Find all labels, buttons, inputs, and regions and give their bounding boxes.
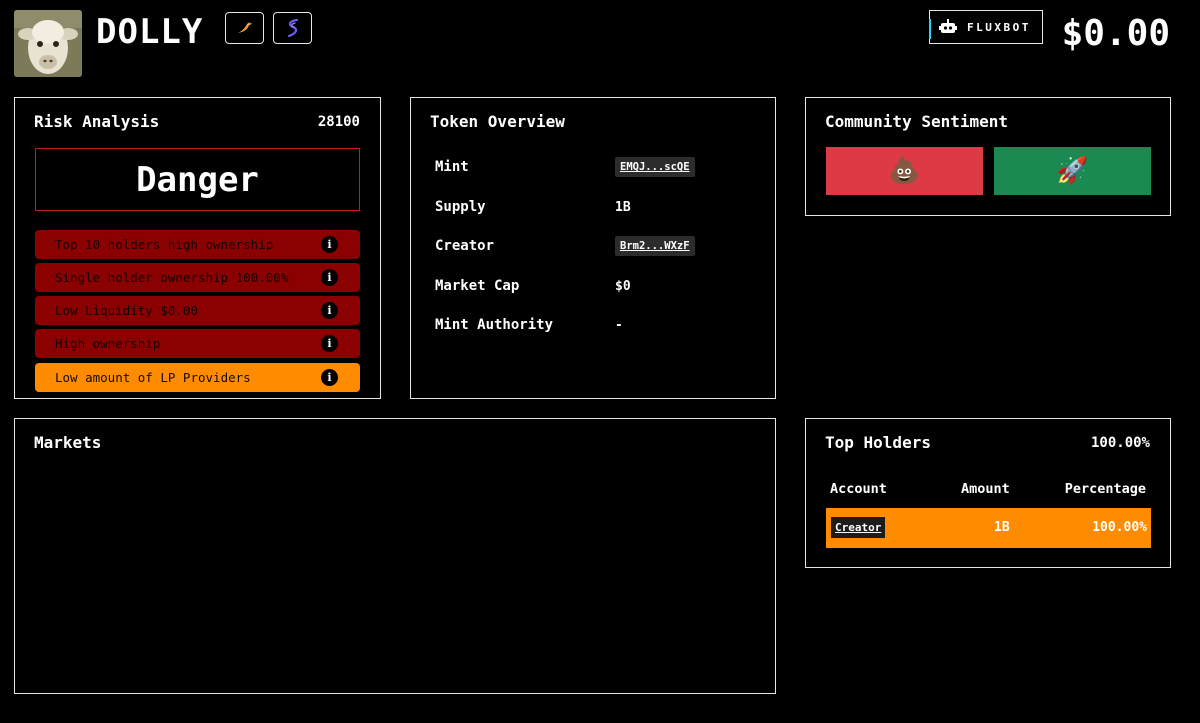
overview-row-creator: Creator Brm2...WXzF — [435, 234, 755, 258]
markets-panel: Markets — [14, 418, 776, 694]
top-holders-panel: Top Holders 100.00% Account Amount Perce… — [805, 418, 1171, 568]
token-overview-panel: Token Overview Mint EMQJ...scQE Supply 1… — [410, 97, 776, 399]
risk-level-box: Danger — [35, 148, 360, 211]
overview-label: Mint — [435, 159, 469, 175]
overview-label: Supply — [435, 199, 486, 215]
token-overview-title: Token Overview — [430, 112, 565, 131]
risk-item[interactable]: High ownership i — [35, 329, 360, 358]
info-icon[interactable]: i — [321, 369, 338, 386]
fluxbot-button[interactable]: FLUXBOT — [929, 10, 1043, 44]
creator-address-link[interactable]: Brm2...WXzF — [615, 236, 695, 256]
risk-item-label: Low amount of LP Providers — [55, 370, 251, 385]
overview-value: - — [615, 317, 623, 333]
holder-percentage: 100.00% — [1092, 520, 1147, 535]
header: DOLLY FLUXBOT $0.00 — [0, 0, 1200, 90]
overview-value: $0 — [615, 278, 631, 294]
fluxbot-label: FLUXBOT — [967, 20, 1031, 34]
community-sentiment-title: Community Sentiment — [825, 112, 1009, 131]
info-icon[interactable]: i — [321, 236, 338, 253]
info-icon[interactable]: i — [321, 302, 338, 319]
overview-label: Mint Authority — [435, 317, 554, 333]
bird-icon — [237, 22, 252, 33]
info-icon[interactable]: i — [321, 269, 338, 286]
holder-account-link[interactable]: Creator — [831, 517, 886, 538]
risk-item-label: Low Liquidity $0.00 — [55, 303, 198, 318]
risk-item[interactable]: Single holder ownership 100.00% i — [35, 263, 360, 292]
twitter-link-button[interactable] — [225, 12, 264, 44]
solana-icon — [287, 18, 298, 38]
community-sentiment-panel: Community Sentiment 💩 🚀 — [805, 97, 1171, 216]
risk-item-label: Top 10 holders high ownership — [55, 237, 274, 252]
overview-label: Creator — [435, 238, 495, 254]
overview-value: 1B — [615, 199, 631, 215]
bearish-vote-button[interactable]: 💩 — [826, 147, 983, 195]
table-row: Creator 1B 100.00% — [826, 508, 1151, 548]
overview-row-mint: Mint EMQJ...scQE — [435, 155, 755, 179]
holders-table-header: Account Amount Percentage — [830, 481, 1146, 501]
info-icon[interactable]: i — [321, 335, 338, 352]
rocket-icon: 🚀 — [1056, 156, 1089, 186]
token-avatar — [14, 10, 82, 77]
top-holders-title: Top Holders — [825, 433, 931, 452]
overview-label: Market Cap — [435, 278, 520, 294]
bullish-vote-button[interactable]: 🚀 — [994, 147, 1151, 195]
overview-row-supply: Supply 1B — [435, 195, 755, 219]
risk-analysis-panel: Risk Analysis 28100 Danger Top 10 holder… — [14, 97, 381, 399]
risk-item[interactable]: Low Liquidity $0.00 i — [35, 296, 360, 325]
top-holders-total: 100.00% — [1090, 435, 1150, 451]
mint-address-link[interactable]: EMQJ...scQE — [615, 157, 695, 177]
robot-icon — [939, 19, 957, 33]
column-header-account: Account — [830, 481, 887, 497]
token-price: $0.00 — [1061, 13, 1170, 54]
holder-amount: 1B — [994, 520, 1010, 535]
solana-link-button[interactable] — [273, 12, 312, 44]
overview-row-market-cap: Market Cap $0 — [435, 274, 755, 298]
overview-row-mint-authority: Mint Authority - — [435, 313, 755, 337]
poop-icon: 💩 — [888, 156, 921, 186]
risk-item[interactable]: Top 10 holders high ownership i — [35, 230, 360, 259]
column-header-amount: Amount — [961, 481, 1010, 497]
risk-score: 28100 — [317, 114, 360, 130]
risk-item-label: Single holder ownership 100.00% — [55, 270, 289, 285]
markets-title: Markets — [34, 433, 102, 452]
column-header-percentage: Percentage — [1064, 481, 1146, 497]
token-name: DOLLY — [96, 12, 204, 52]
risk-item[interactable]: Low amount of LP Providers i — [35, 363, 360, 392]
risk-level: Danger — [136, 159, 259, 200]
risk-item-label: High ownership — [55, 336, 161, 351]
risk-analysis-title: Risk Analysis — [34, 112, 160, 131]
